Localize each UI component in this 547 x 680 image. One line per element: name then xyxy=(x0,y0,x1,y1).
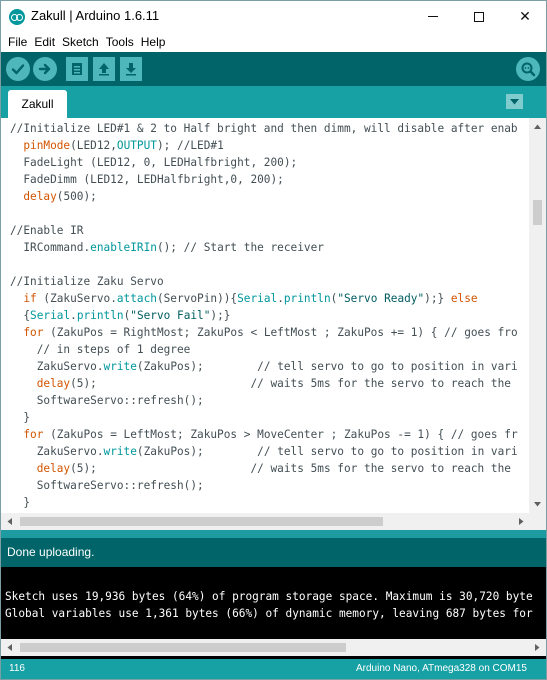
code-line: delay(500); xyxy=(23,190,97,203)
code-line: ZakuServo.write(ZakuPos); // tell servo … xyxy=(10,360,518,373)
code-line: pinMode(LED12,OUTPUT); //LED#1 xyxy=(23,139,224,152)
code-line: FadeDimm (LED12, LEDHalfbright,0, 200); xyxy=(10,173,284,186)
console-horizontal-scroll-thumb[interactable] xyxy=(20,643,346,652)
open-icon xyxy=(99,63,109,76)
console-output: Sketch uses 19,936 bytes (64%) of progra… xyxy=(0,567,547,659)
code-line: delay(5); // waits 5ms for the servo to … xyxy=(36,377,511,390)
code-line: ​ xyxy=(1,256,530,273)
close-icon: ✕ xyxy=(519,8,531,25)
code-line: ​ xyxy=(1,205,530,222)
arduino-logo-icon xyxy=(9,9,25,25)
save-button[interactable] xyxy=(120,57,142,81)
code-line: FadeLight (LED12, 0, LEDHalfbright, 200)… xyxy=(10,156,298,169)
status-bar: Done uploading. xyxy=(0,538,547,567)
code-line: } xyxy=(10,496,31,509)
upload-icon xyxy=(38,63,51,75)
serial-monitor-icon xyxy=(521,62,536,77)
code-line: SoftwareServo::refresh(); xyxy=(10,394,204,407)
new-icon xyxy=(72,63,82,75)
code-line: //Initialize LED#1 & 2 to Half bright an… xyxy=(10,122,518,135)
close-button[interactable]: ✕ xyxy=(502,1,547,32)
window-title: Zakull | Arduino 1.6.11 xyxy=(31,8,160,23)
code-line: // in steps of 1 degree xyxy=(36,343,191,356)
menu-sketch[interactable]: Sketch xyxy=(59,35,102,49)
minimize-button[interactable] xyxy=(410,1,456,32)
editor-vertical-scroll-thumb[interactable] xyxy=(533,200,542,225)
scroll-left-arrow-icon[interactable] xyxy=(1,513,18,530)
scroll-right-arrow-icon[interactable] xyxy=(529,639,546,656)
maximize-button[interactable] xyxy=(456,1,502,32)
tab-zakull[interactable]: Zakull xyxy=(8,90,67,118)
tab-bar: Zakull xyxy=(0,86,547,118)
line-number: 116 xyxy=(9,663,25,674)
maximize-icon xyxy=(474,11,484,22)
code-line: SoftwareServo::refresh(); xyxy=(10,479,204,492)
minimize-icon xyxy=(428,16,438,17)
chevron-down-icon xyxy=(510,98,519,104)
code-line: } xyxy=(10,411,31,424)
open-button[interactable] xyxy=(93,57,115,81)
console-line: Sketch uses 19,936 bytes (64%) of progra… xyxy=(5,590,533,603)
save-icon xyxy=(126,63,136,76)
scrollbar-corner xyxy=(529,513,546,530)
menu-file[interactable]: File xyxy=(5,35,30,49)
menu-bar: File Edit Sketch Tools Help xyxy=(0,31,547,52)
code-line: IRCommand.enableIRIn(); // Start the rec… xyxy=(10,241,324,254)
menu-tools[interactable]: Tools xyxy=(103,35,137,49)
board-info: Arduino Nano, ATmega328 on COM15 xyxy=(355,663,527,674)
code-line: delay(5); // waits 5ms for the servo to … xyxy=(36,462,511,475)
code-line: //Enable IR xyxy=(10,224,84,237)
scroll-down-arrow-icon[interactable] xyxy=(529,496,546,513)
menu-help[interactable]: Help xyxy=(138,35,169,49)
code-line: if (ZakuServo.attach(ServoPin)){Serial.p… xyxy=(23,292,478,305)
new-button[interactable] xyxy=(66,57,88,81)
code-editor[interactable]: //Initialize LED#1 & 2 to Half bright an… xyxy=(0,118,547,530)
editor-horizontal-scroll-thumb[interactable] xyxy=(20,517,383,526)
editor-console-divider[interactable] xyxy=(0,530,547,538)
tab-menu-button[interactable] xyxy=(506,94,523,109)
console-horizontal-scrollbar[interactable] xyxy=(1,639,546,656)
code-line: for (ZakuPos = RightMost; ZakuPos < Left… xyxy=(23,326,518,339)
footer-bar: 116 Arduino Nano, ATmega328 on COM15 xyxy=(0,659,547,680)
toolbar xyxy=(0,52,547,86)
serial-monitor-button[interactable] xyxy=(516,57,540,81)
console-line: Global variables use 1,361 bytes (66%) o… xyxy=(5,607,533,620)
menu-edit[interactable]: Edit xyxy=(31,35,58,49)
verify-icon xyxy=(11,64,25,75)
code-area[interactable]: //Initialize LED#1 & 2 to Half bright an… xyxy=(1,120,530,512)
code-line: {Serial.println("Servo Fail");} xyxy=(10,309,231,322)
upload-button[interactable] xyxy=(33,57,57,81)
title-bar: Zakull | Arduino 1.6.11 ✕ xyxy=(0,0,547,31)
scroll-right-arrow-icon[interactable] xyxy=(513,513,530,530)
status-message: Done uploading. xyxy=(7,545,95,559)
code-line: //Initialize Zaku Servo xyxy=(10,275,164,288)
editor-vertical-scrollbar[interactable] xyxy=(529,118,546,513)
editor-horizontal-scrollbar[interactable] xyxy=(1,513,530,530)
scroll-left-arrow-icon[interactable] xyxy=(1,639,18,656)
code-line: for (ZakuPos = LeftMost; ZakuPos > MoveC… xyxy=(23,428,518,441)
code-line: ZakuServo.write(ZakuPos); // tell servo … xyxy=(10,445,518,458)
scroll-up-arrow-icon[interactable] xyxy=(529,118,546,135)
verify-button[interactable] xyxy=(6,57,30,81)
